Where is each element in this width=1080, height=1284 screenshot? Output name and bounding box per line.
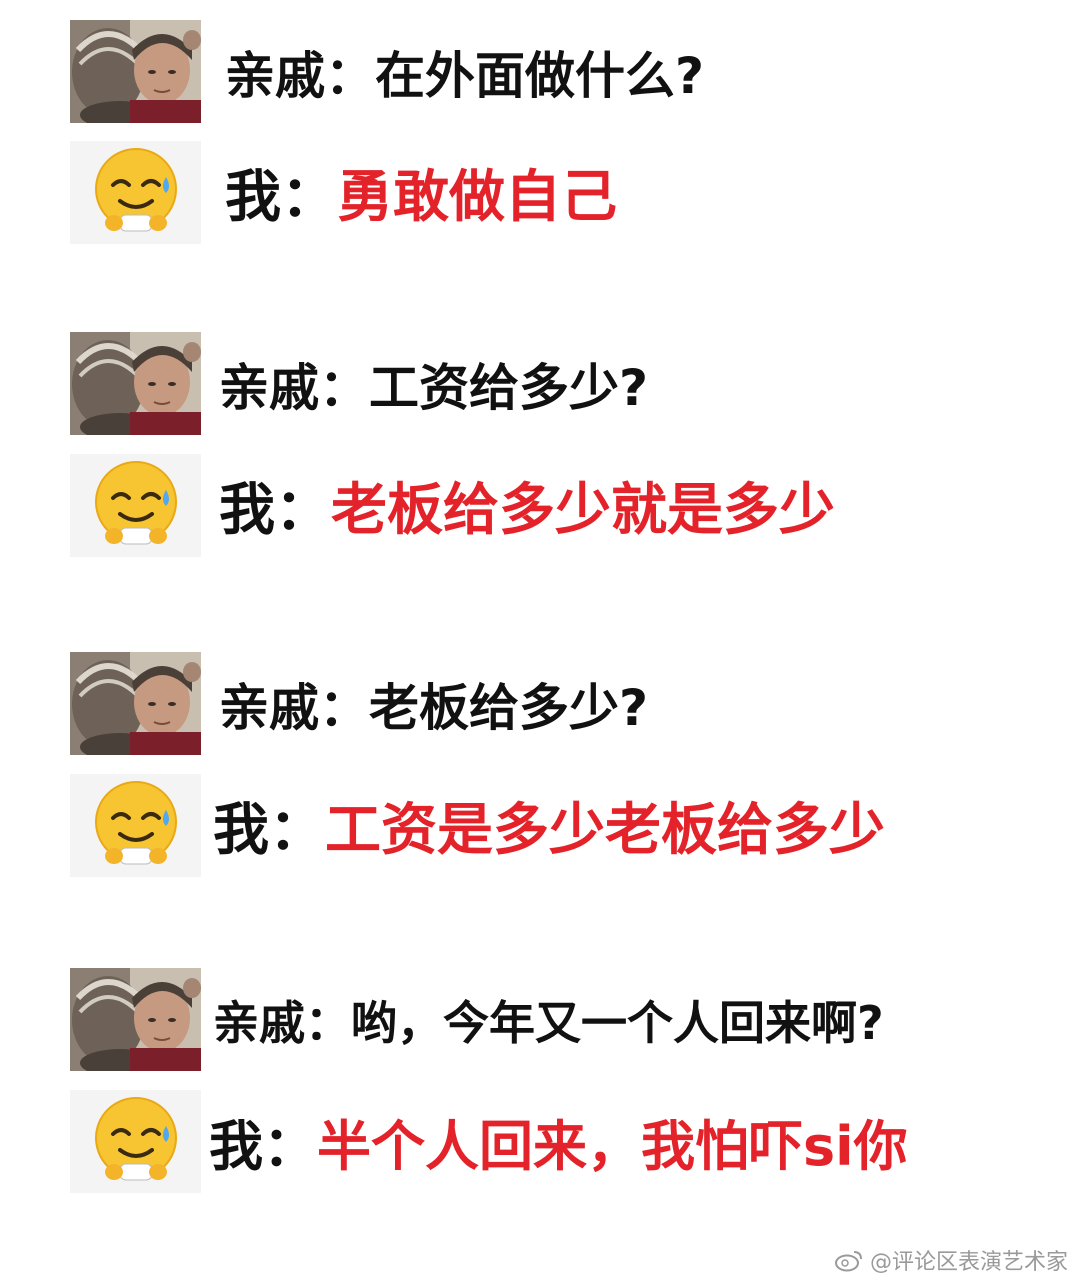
weibo-logo-icon (834, 1251, 862, 1272)
me-answer: 老板给多少就是多少 (331, 478, 835, 543)
relative-question: 工资给多少? (369, 358, 649, 417)
relatives-photo-avatar (70, 332, 201, 435)
sweat-smile-emoji-icon (70, 141, 201, 244)
me-speaker-label: 我： (213, 798, 325, 863)
watermark-text: @评论区表演艺术家 (869, 1250, 1068, 1275)
relative-speaker-label: 亲戚： (219, 678, 369, 737)
relative-speaker-label: 亲戚： (213, 995, 351, 1050)
sweat-smile-emoji-icon (70, 774, 201, 877)
me-message-row: 我： 老板给多少就是多少 (70, 454, 835, 557)
relative-message-row: 亲戚： 哟，今年又一个人回来啊? (70, 968, 884, 1071)
relative-message-row: 亲戚： 工资给多少? (70, 332, 648, 435)
relative-question: 哟，今年又一个人回来啊? (351, 995, 884, 1050)
me-message-row: 我： 半个人回来，我怕吓si你 (70, 1090, 908, 1193)
sweat-smile-emoji-icon (70, 454, 201, 557)
watermark: @评论区表演艺术家 (834, 1244, 1068, 1276)
me-speaker-label: 我： (219, 478, 331, 543)
me-answer: 半个人回来，我怕吓si你 (317, 1115, 908, 1178)
me-answer: 工资是多少老板给多少 (325, 798, 885, 863)
me-message-row: 我： 工资是多少老板给多少 (70, 774, 885, 877)
me-speaker-label: 我： (209, 1115, 317, 1178)
me-speaker-label: 我： (225, 165, 337, 230)
relative-message-row: 亲戚： 在外面做什么? (70, 20, 704, 123)
me-answer: 勇敢做自己 (337, 165, 617, 230)
relative-question: 在外面做什么? (375, 46, 705, 105)
sweat-smile-emoji-icon (70, 1090, 201, 1193)
relative-message-row: 亲戚： 老板给多少? (70, 652, 648, 755)
relative-question: 老板给多少? (369, 678, 649, 737)
me-message-row: 我： 勇敢做自己 (70, 141, 617, 244)
relative-speaker-label: 亲戚： (219, 358, 369, 417)
relative-speaker-label: 亲戚： (225, 46, 375, 105)
relatives-photo-avatar (70, 20, 201, 123)
relatives-photo-avatar (70, 652, 201, 755)
relatives-photo-avatar (70, 968, 201, 1071)
